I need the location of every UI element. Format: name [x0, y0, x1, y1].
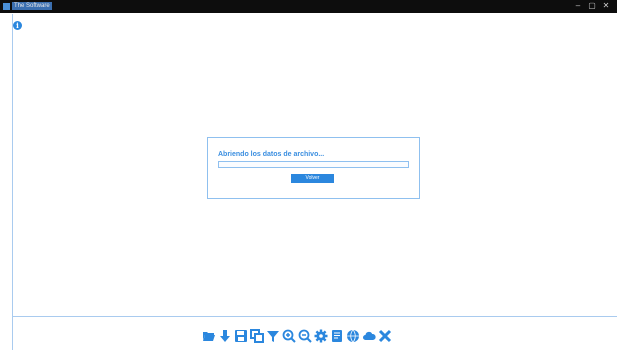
maximize-button[interactable]: ▢	[587, 1, 597, 11]
cloud-icon[interactable]	[362, 328, 376, 344]
settings-icon[interactable]	[314, 328, 328, 344]
download-icon[interactable]	[218, 328, 232, 344]
info-icon[interactable]: i	[13, 21, 22, 30]
folder-open-icon[interactable]	[202, 328, 216, 344]
window-controls: – ▢ ✕	[573, 1, 611, 11]
loading-dialog: Abriendo los datos de archivo... Volver	[207, 137, 420, 199]
document-icon[interactable]	[330, 328, 344, 344]
window-title: The Software	[12, 2, 52, 10]
app-icon	[3, 3, 10, 10]
close-icon[interactable]	[378, 328, 392, 344]
globe-icon[interactable]	[346, 328, 360, 344]
volver-button[interactable]: Volver	[291, 174, 334, 183]
progress-bar	[218, 161, 409, 168]
bottom-toolbar	[12, 316, 617, 350]
zoom-out-icon[interactable]	[298, 328, 312, 344]
minimize-button[interactable]: –	[573, 1, 583, 11]
dialog-message: Abriendo los datos de archivo...	[218, 151, 325, 158]
zoom-in-icon[interactable]	[282, 328, 296, 344]
clone-icon[interactable]	[250, 328, 264, 344]
filter-icon[interactable]	[266, 328, 280, 344]
window-titlebar: The Software – ▢ ✕	[0, 0, 617, 13]
save-icon[interactable]	[234, 328, 248, 344]
close-window-button[interactable]: ✕	[601, 1, 611, 11]
